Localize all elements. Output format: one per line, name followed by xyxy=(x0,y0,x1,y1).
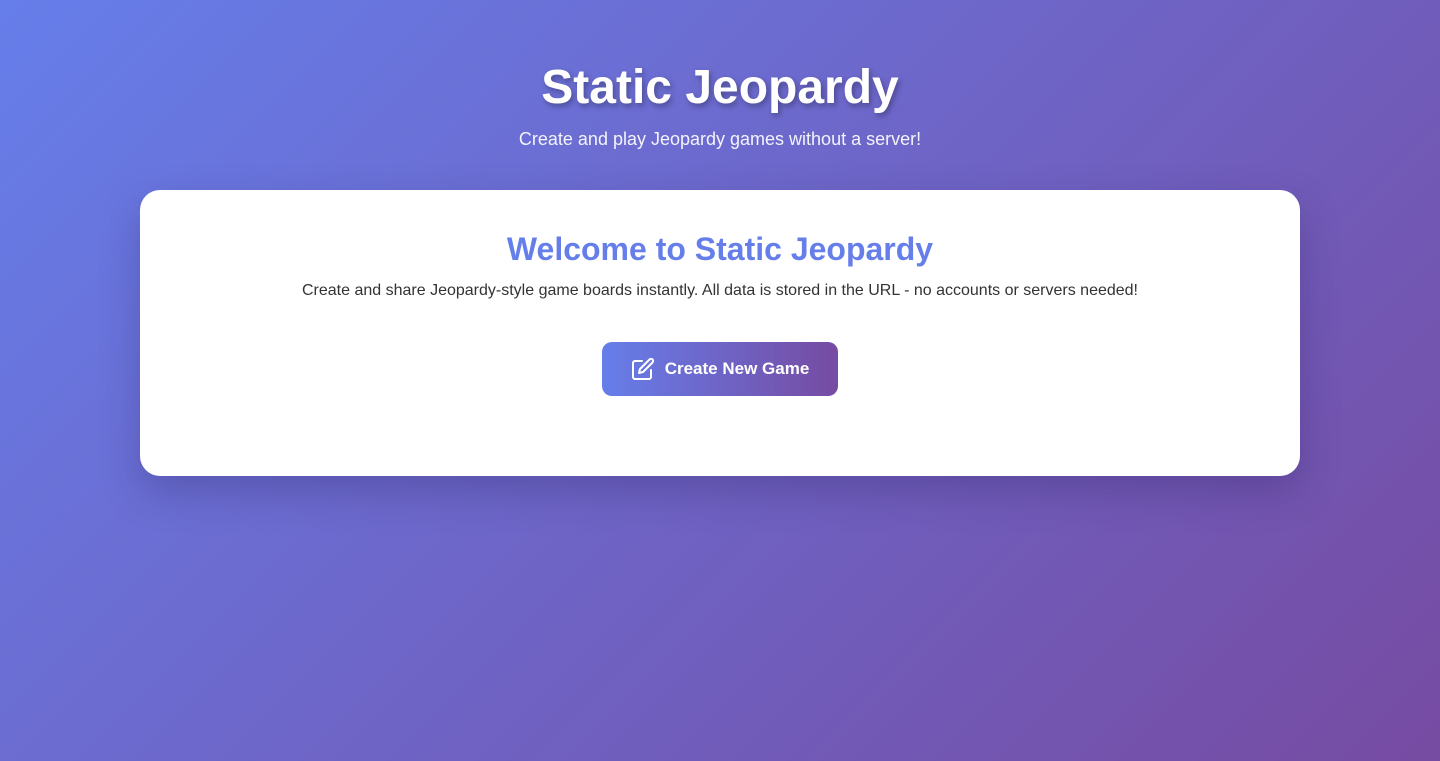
app-title: Static Jeopardy xyxy=(541,61,899,114)
welcome-card: Welcome to Static Jeopardy Create and sh… xyxy=(140,190,1300,476)
edit-icon xyxy=(631,357,655,381)
app-subtitle: Create and play Jeopardy games without a… xyxy=(518,129,922,149)
welcome-description: Create and share Jeopardy-style game boa… xyxy=(302,282,1138,299)
app-header: Static Jeopardy Create and play Jeopardy… xyxy=(0,58,1440,151)
create-new-game-label: Create New Game xyxy=(664,359,810,378)
create-new-game-button[interactable]: Create New Game xyxy=(602,342,838,396)
welcome-title: Welcome to Static Jeopardy xyxy=(506,231,934,267)
